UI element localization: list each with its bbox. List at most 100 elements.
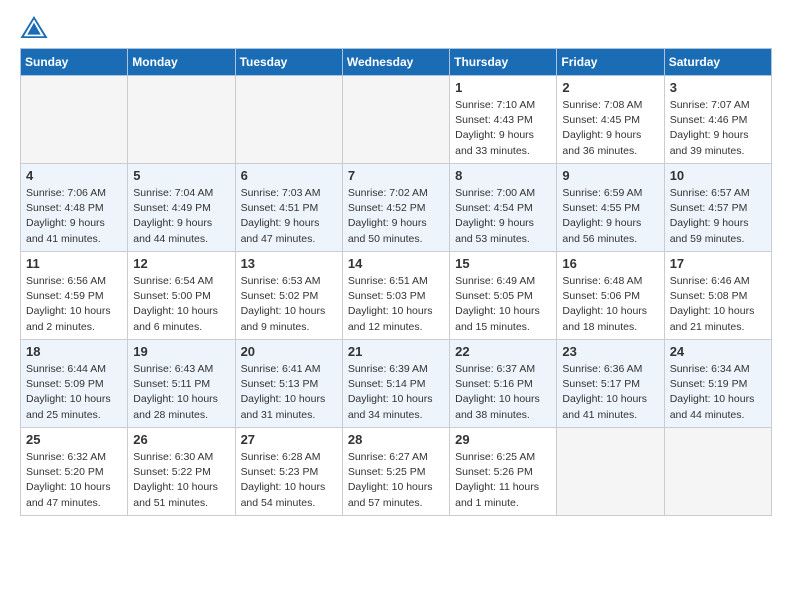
week-row-5: 25 Sunrise: 6:32 AM Sunset: 5:20 PM Dayli… xyxy=(21,428,772,516)
day-number: 29 xyxy=(455,432,551,447)
day-info: Sunrise: 7:03 AM Sunset: 4:51 PM Dayligh… xyxy=(241,186,337,247)
day-cell xyxy=(557,428,664,516)
logo xyxy=(20,16,52,38)
day-number: 13 xyxy=(241,256,337,271)
day-number: 1 xyxy=(455,80,551,95)
day-cell: 2 Sunrise: 7:08 AM Sunset: 4:45 PM Daylig… xyxy=(557,76,664,164)
day-cell: 15 Sunrise: 6:49 AM Sunset: 5:05 PM Dayli… xyxy=(450,252,557,340)
week-row-2: 4Sunrise: 7:06 AM Sunset: 4:48 PM Daylig… xyxy=(21,164,772,252)
day-cell: 21 Sunrise: 6:39 AM Sunset: 5:14 PM Dayli… xyxy=(342,340,449,428)
day-cell: 26Sunrise: 6:30 AM Sunset: 5:22 PM Dayli… xyxy=(128,428,235,516)
day-info: Sunrise: 6:54 AM Sunset: 5:00 PM Dayligh… xyxy=(133,274,229,335)
day-number: 19 xyxy=(133,344,229,359)
day-info: Sunrise: 7:07 AM Sunset: 4:46 PM Dayligh… xyxy=(670,98,766,159)
col-header-wednesday: Wednesday xyxy=(342,49,449,76)
day-number: 22 xyxy=(455,344,551,359)
day-info: Sunrise: 6:25 AM Sunset: 5:26 PM Dayligh… xyxy=(455,450,551,511)
day-info: Sunrise: 6:53 AM Sunset: 5:02 PM Dayligh… xyxy=(241,274,337,335)
day-cell: 22Sunrise: 6:37 AM Sunset: 5:16 PM Dayli… xyxy=(450,340,557,428)
day-number: 18 xyxy=(26,344,122,359)
day-number: 26 xyxy=(133,432,229,447)
calendar-table: SundayMondayTuesdayWednesdayThursdayFrid… xyxy=(20,48,772,516)
week-row-4: 18 Sunrise: 6:44 AM Sunset: 5:09 PM Dayli… xyxy=(21,340,772,428)
day-number: 20 xyxy=(241,344,337,359)
day-cell: 23 Sunrise: 6:36 AM Sunset: 5:17 PM Dayli… xyxy=(557,340,664,428)
day-number: 15 xyxy=(455,256,551,271)
day-info: Sunrise: 6:27 AM Sunset: 5:25 PM Dayligh… xyxy=(348,450,444,511)
day-cell: 14 Sunrise: 6:51 AM Sunset: 5:03 PM Dayli… xyxy=(342,252,449,340)
day-number: 17 xyxy=(670,256,766,271)
day-info: Sunrise: 6:43 AM Sunset: 5:11 PM Dayligh… xyxy=(133,362,229,423)
day-cell: 27Sunrise: 6:28 AM Sunset: 5:23 PM Dayli… xyxy=(235,428,342,516)
day-info: Sunrise: 7:10 AM Sunset: 4:43 PM Dayligh… xyxy=(455,98,551,159)
day-cell: 25 Sunrise: 6:32 AM Sunset: 5:20 PM Dayli… xyxy=(21,428,128,516)
day-cell: 20 Sunrise: 6:41 AM Sunset: 5:13 PM Dayli… xyxy=(235,340,342,428)
day-info: Sunrise: 6:36 AM Sunset: 5:17 PM Dayligh… xyxy=(562,362,658,423)
col-header-friday: Friday xyxy=(557,49,664,76)
day-info: Sunrise: 6:59 AM Sunset: 4:55 PM Dayligh… xyxy=(562,186,658,247)
day-cell: 4Sunrise: 7:06 AM Sunset: 4:48 PM Daylig… xyxy=(21,164,128,252)
day-number: 4 xyxy=(26,168,122,183)
day-info: Sunrise: 6:51 AM Sunset: 5:03 PM Dayligh… xyxy=(348,274,444,335)
day-cell: 16 Sunrise: 6:48 AM Sunset: 5:06 PM Dayli… xyxy=(557,252,664,340)
day-cell: 1 Sunrise: 7:10 AM Sunset: 4:43 PM Daylig… xyxy=(450,76,557,164)
calendar-body: 1 Sunrise: 7:10 AM Sunset: 4:43 PM Daylig… xyxy=(21,76,772,516)
day-cell xyxy=(342,76,449,164)
day-cell: 10 Sunrise: 6:57 AM Sunset: 4:57 PM Dayli… xyxy=(664,164,771,252)
day-number: 28 xyxy=(348,432,444,447)
day-number: 5 xyxy=(133,168,229,183)
day-cell xyxy=(235,76,342,164)
day-info: Sunrise: 6:44 AM Sunset: 5:09 PM Dayligh… xyxy=(26,362,122,423)
logo-icon xyxy=(20,16,48,38)
day-info: Sunrise: 7:08 AM Sunset: 4:45 PM Dayligh… xyxy=(562,98,658,159)
day-cell: 19 Sunrise: 6:43 AM Sunset: 5:11 PM Dayli… xyxy=(128,340,235,428)
page-header xyxy=(20,16,772,38)
day-number: 2 xyxy=(562,80,658,95)
day-cell xyxy=(21,76,128,164)
col-header-tuesday: Tuesday xyxy=(235,49,342,76)
day-number: 27 xyxy=(241,432,337,447)
day-number: 6 xyxy=(241,168,337,183)
day-cell: 5Sunrise: 7:04 AM Sunset: 4:49 PM Daylig… xyxy=(128,164,235,252)
day-number: 3 xyxy=(670,80,766,95)
week-row-1: 1 Sunrise: 7:10 AM Sunset: 4:43 PM Daylig… xyxy=(21,76,772,164)
day-cell: 29 Sunrise: 6:25 AM Sunset: 5:26 PM Dayli… xyxy=(450,428,557,516)
day-info: Sunrise: 6:32 AM Sunset: 5:20 PM Dayligh… xyxy=(26,450,122,511)
calendar-header: SundayMondayTuesdayWednesdayThursdayFrid… xyxy=(21,49,772,76)
day-info: Sunrise: 6:46 AM Sunset: 5:08 PM Dayligh… xyxy=(670,274,766,335)
day-info: Sunrise: 6:48 AM Sunset: 5:06 PM Dayligh… xyxy=(562,274,658,335)
day-number: 16 xyxy=(562,256,658,271)
day-cell xyxy=(664,428,771,516)
day-number: 23 xyxy=(562,344,658,359)
day-info: Sunrise: 6:56 AM Sunset: 4:59 PM Dayligh… xyxy=(26,274,122,335)
day-number: 25 xyxy=(26,432,122,447)
day-number: 10 xyxy=(670,168,766,183)
day-number: 24 xyxy=(670,344,766,359)
day-cell: 24Sunrise: 6:34 AM Sunset: 5:19 PM Dayli… xyxy=(664,340,771,428)
day-cell: 18 Sunrise: 6:44 AM Sunset: 5:09 PM Dayli… xyxy=(21,340,128,428)
day-info: Sunrise: 6:49 AM Sunset: 5:05 PM Dayligh… xyxy=(455,274,551,335)
day-cell: 8Sunrise: 7:00 AM Sunset: 4:54 PM Daylig… xyxy=(450,164,557,252)
day-info: Sunrise: 6:39 AM Sunset: 5:14 PM Dayligh… xyxy=(348,362,444,423)
week-row-3: 11 Sunrise: 6:56 AM Sunset: 4:59 PM Dayli… xyxy=(21,252,772,340)
day-cell: 13 Sunrise: 6:53 AM Sunset: 5:02 PM Dayli… xyxy=(235,252,342,340)
day-number: 11 xyxy=(26,256,122,271)
day-number: 21 xyxy=(348,344,444,359)
day-cell xyxy=(128,76,235,164)
day-number: 9 xyxy=(562,168,658,183)
day-cell: 7 Sunrise: 7:02 AM Sunset: 4:52 PM Daylig… xyxy=(342,164,449,252)
day-info: Sunrise: 6:41 AM Sunset: 5:13 PM Dayligh… xyxy=(241,362,337,423)
col-header-thursday: Thursday xyxy=(450,49,557,76)
day-info: Sunrise: 7:02 AM Sunset: 4:52 PM Dayligh… xyxy=(348,186,444,247)
day-cell: 12 Sunrise: 6:54 AM Sunset: 5:00 PM Dayli… xyxy=(128,252,235,340)
day-number: 12 xyxy=(133,256,229,271)
day-number: 7 xyxy=(348,168,444,183)
day-cell: 9 Sunrise: 6:59 AM Sunset: 4:55 PM Daylig… xyxy=(557,164,664,252)
col-header-saturday: Saturday xyxy=(664,49,771,76)
day-info: Sunrise: 6:57 AM Sunset: 4:57 PM Dayligh… xyxy=(670,186,766,247)
day-cell: 28 Sunrise: 6:27 AM Sunset: 5:25 PM Dayli… xyxy=(342,428,449,516)
day-cell: 3 Sunrise: 7:07 AM Sunset: 4:46 PM Daylig… xyxy=(664,76,771,164)
day-cell: 6 Sunrise: 7:03 AM Sunset: 4:51 PM Daylig… xyxy=(235,164,342,252)
day-number: 14 xyxy=(348,256,444,271)
day-info: Sunrise: 7:00 AM Sunset: 4:54 PM Dayligh… xyxy=(455,186,551,247)
